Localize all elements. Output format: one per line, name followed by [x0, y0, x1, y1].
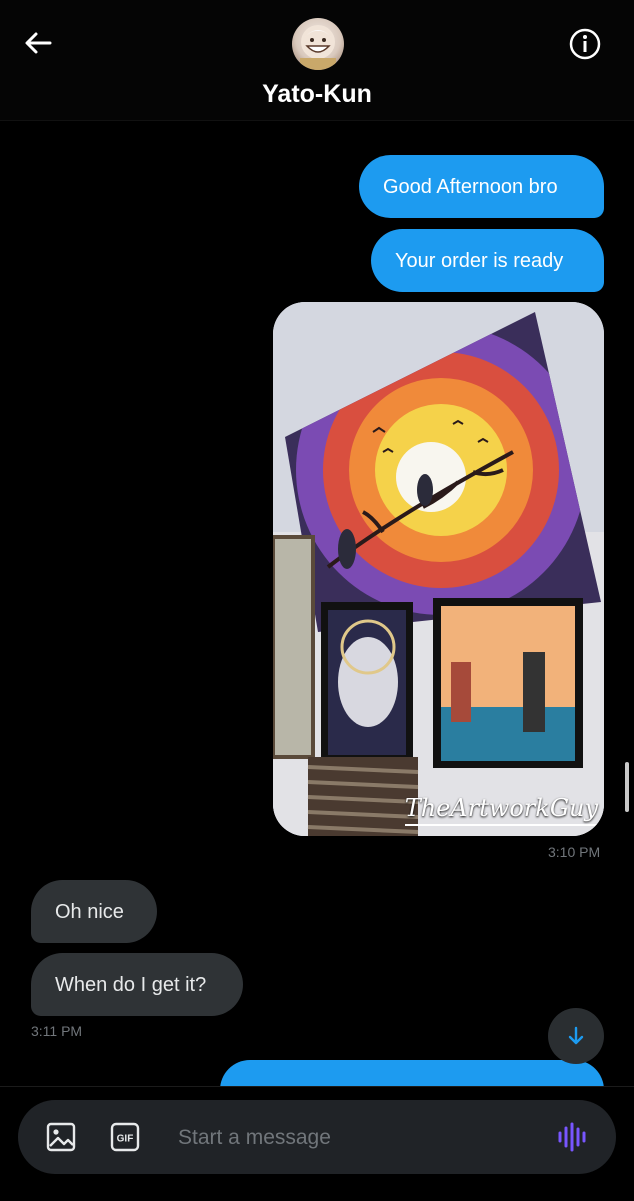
- back-arrow-icon[interactable]: [22, 27, 54, 59]
- scrollbar[interactable]: [625, 762, 629, 812]
- message-input[interactable]: [176, 1100, 540, 1176]
- info-icon[interactable]: [567, 26, 603, 62]
- image-message[interactable]: TheArtworkGuy: [273, 302, 604, 836]
- message-timestamp: 3:10 PM: [548, 844, 601, 860]
- artwork-photo: [273, 302, 604, 836]
- gif-label: GIF: [117, 1134, 134, 1145]
- avatar[interactable]: [292, 18, 344, 70]
- image-watermark: TheArtworkGuy: [404, 794, 598, 826]
- voice-message-icon[interactable]: [556, 1122, 588, 1152]
- message-bubble-incoming[interactable]: When do I get it?: [31, 953, 243, 1016]
- message-timestamp: 3:11 PM: [31, 1023, 83, 1039]
- image-icon[interactable]: [46, 1122, 76, 1152]
- scroll-to-bottom-button[interactable]: [548, 1008, 604, 1064]
- conversation-header: Yato-Kun: [0, 0, 634, 121]
- message-bubble-outgoing[interactable]: Good Afternoon bro: [359, 155, 604, 218]
- contact-name[interactable]: Yato-Kun: [0, 80, 634, 109]
- message-bubble-outgoing[interactable]: Your order is ready: [371, 229, 604, 292]
- gif-icon[interactable]: GIF: [110, 1122, 140, 1152]
- message-composer: GIF: [18, 1100, 616, 1176]
- message-bubble-incoming[interactable]: Oh nice: [31, 880, 157, 943]
- arrow-down-icon: [568, 1026, 584, 1045]
